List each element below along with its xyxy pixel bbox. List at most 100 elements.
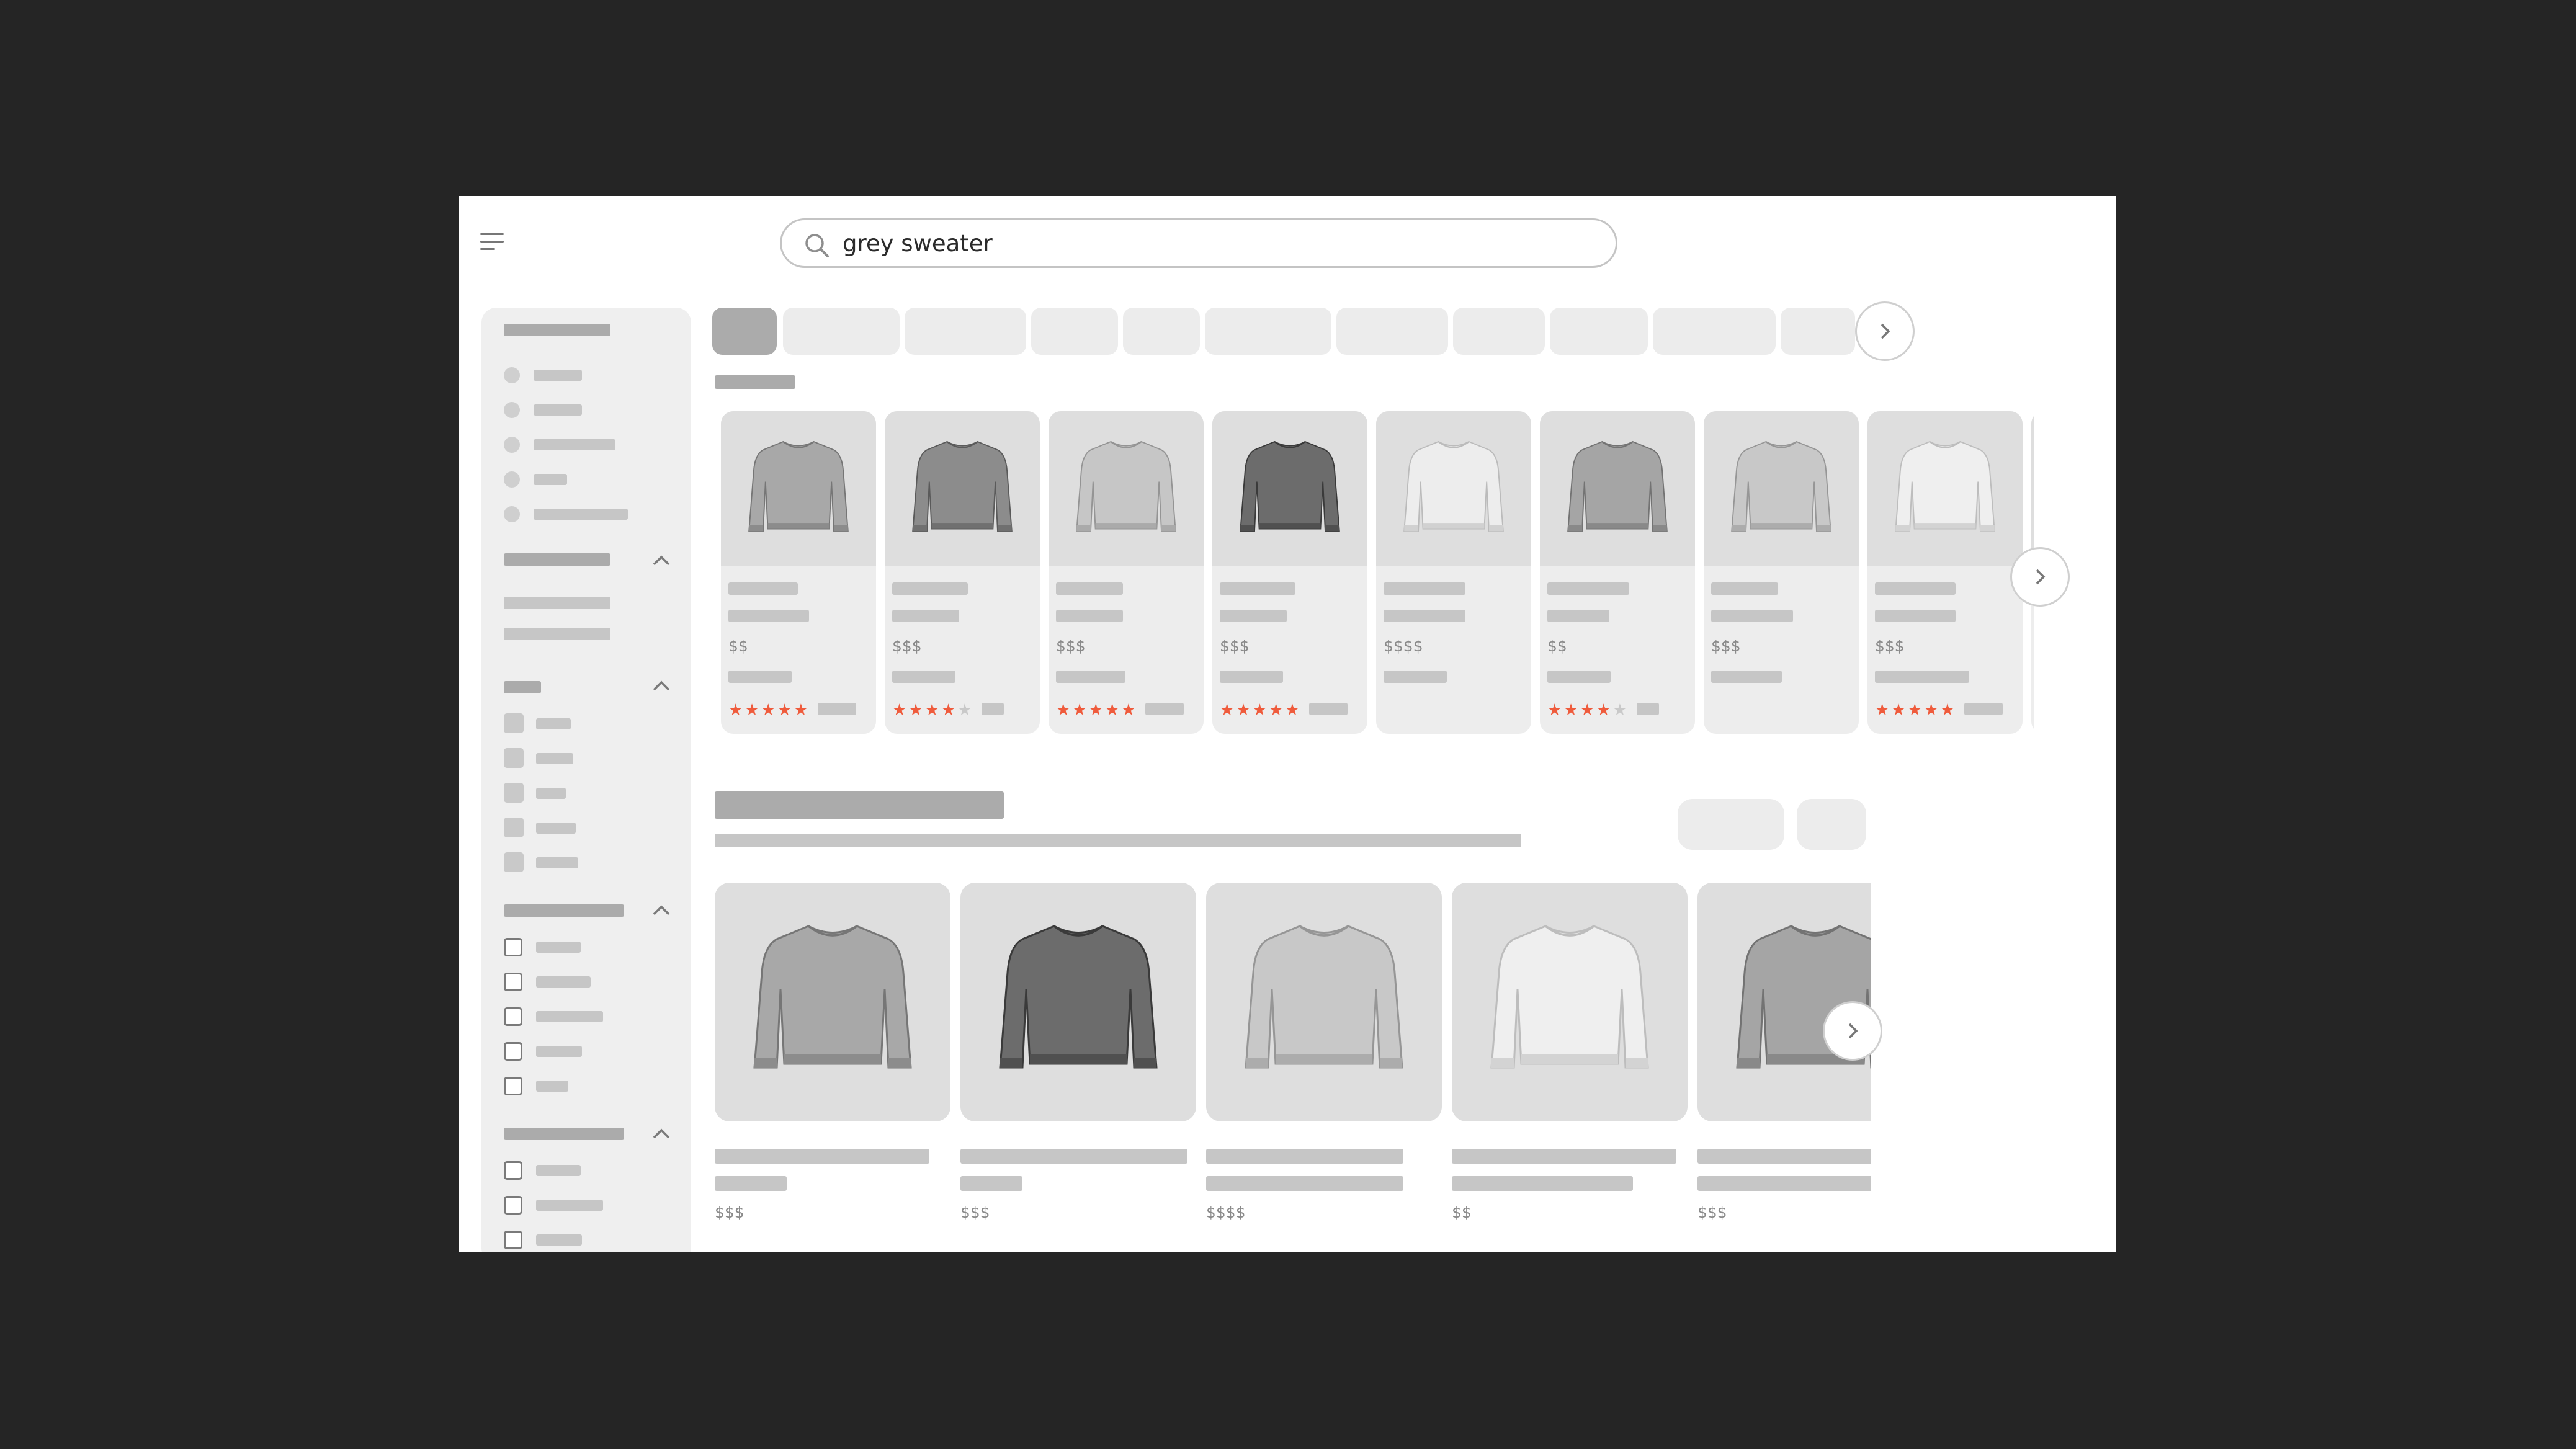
product-card[interactable]: $$ ★ ★ ★ ★ ★ [721, 411, 876, 734]
filter-chip[interactable] [1653, 308, 1776, 355]
chevron-right-icon [1848, 1023, 1858, 1039]
product-title [1697, 1149, 1871, 1164]
product-price: $$$ [892, 637, 922, 655]
sweater-icon [1895, 440, 1995, 532]
star-icon: ★ [728, 700, 743, 719]
star-icon: ★ [941, 700, 956, 719]
filter-checkbox[interactable] [504, 713, 524, 733]
featured-product[interactable]: $$$ [960, 878, 1196, 1238]
filter-chip[interactable] [1453, 308, 1545, 355]
filter-checkbox[interactable] [504, 748, 524, 768]
filter-option-label [536, 753, 573, 764]
filter-checkbox[interactable] [504, 1196, 522, 1215]
product-price: $$$ [1875, 637, 1905, 655]
filter-radio[interactable] [504, 437, 520, 453]
filter-chip[interactable] [712, 308, 777, 355]
product-image [721, 411, 876, 566]
rating-stars: ★ ★ ★ ★ ★ [728, 702, 808, 718]
product-image [1704, 411, 1859, 566]
filter-checkbox[interactable] [504, 1231, 522, 1249]
filter-radio[interactable] [504, 402, 520, 418]
chevron-up-icon[interactable] [651, 555, 671, 567]
filter-chip[interactable] [1205, 308, 1331, 355]
star-icon: ★ [1072, 700, 1087, 719]
review-count [1145, 703, 1184, 715]
product-subtitle [1056, 610, 1123, 622]
menu-icon[interactable] [480, 232, 504, 252]
filter-chip[interactable] [1550, 308, 1648, 355]
product-card[interactable]: $$$ ★ ★ ★ ★ ★ [1212, 411, 1367, 734]
filter-radio[interactable] [504, 506, 520, 522]
filter-radio[interactable] [504, 471, 520, 488]
product-subtitle [1711, 610, 1793, 622]
product-image [1540, 411, 1695, 566]
chevron-right-icon [2036, 569, 2046, 585]
filter-chip[interactable] [905, 308, 1026, 355]
chevron-up-icon[interactable] [651, 904, 671, 917]
product-card[interactable]: $$$ [1704, 411, 1859, 734]
filter-toggle-chip[interactable] [1797, 799, 1866, 850]
product-card[interactable]: $$$ ★ ★ ★ ★ ★ [1049, 411, 1204, 734]
product-meta [1384, 671, 1447, 683]
filter-radio[interactable] [504, 367, 520, 383]
sweater-icon [1490, 925, 1649, 1069]
filter-checkbox[interactable] [504, 938, 522, 956]
star-icon: ★ [745, 700, 759, 719]
filter-checkbox[interactable] [504, 1077, 522, 1095]
product-subtitle [715, 1176, 787, 1191]
star-icon: ★ [1923, 700, 1939, 719]
chevron-up-icon[interactable] [651, 680, 671, 692]
chevron-up-icon[interactable] [651, 1128, 671, 1140]
product-card[interactable]: $$$ ★ ★ ★ ★ ★ [885, 411, 1040, 734]
star-icon: ★ [1612, 700, 1627, 719]
filter-checkbox[interactable] [504, 852, 524, 872]
featured-product[interactable]: $$$ [715, 878, 950, 1238]
product-price: $$ [728, 637, 748, 655]
carousel-next-button[interactable] [2010, 547, 2070, 607]
filter-section-title [504, 904, 624, 917]
search-bar[interactable] [780, 218, 1617, 268]
featured-product[interactable]: $$$$ [1206, 878, 1442, 1238]
filter-checkbox[interactable] [504, 1161, 522, 1180]
filter-chip[interactable] [1781, 308, 1855, 355]
filter-checkbox[interactable] [504, 783, 524, 803]
featured-next-button[interactable] [1823, 1001, 1882, 1061]
product-meta [1875, 671, 1969, 683]
product-card[interactable]: $$ ★ ★ ★ ★ ★ [1540, 411, 1695, 734]
filter-section-title [504, 553, 610, 566]
product-subtitle [1452, 1176, 1633, 1191]
search-input[interactable] [843, 226, 1575, 260]
product-title [892, 582, 968, 595]
sweater-icon [1240, 440, 1340, 532]
sort-chip[interactable] [1678, 799, 1784, 850]
product-meta [1547, 671, 1611, 683]
product-title [1384, 582, 1465, 595]
filter-chip[interactable] [1336, 308, 1448, 355]
filter-checkbox[interactable] [504, 1042, 522, 1061]
filter-option-label [536, 1011, 603, 1022]
product-image [2031, 411, 2034, 566]
filter-option-label [536, 718, 571, 729]
product-image [715, 883, 950, 1121]
chips-next-button[interactable] [1855, 301, 1915, 361]
product-card[interactable]: $$$ ★ ★ ★ ★ ★ [1867, 411, 2023, 734]
product-price: $$$ [1056, 637, 1086, 655]
product-meta [892, 671, 955, 683]
featured-carousel: $$$ $$$ $$$$ $$ $$$ [715, 878, 1871, 1244]
filter-chip[interactable] [1123, 308, 1200, 355]
product-meta [1220, 671, 1283, 683]
filter-chip[interactable] [783, 308, 900, 355]
filter-chip[interactable] [1031, 308, 1118, 355]
filter-option-label [536, 857, 578, 868]
product-price: $$$ [715, 1203, 745, 1221]
filter-checkbox[interactable] [504, 973, 522, 991]
filter-option-label [534, 474, 567, 485]
product-title [1547, 582, 1629, 595]
product-card[interactable]: $$$$ [1376, 411, 1531, 734]
star-icon: ★ [892, 700, 907, 719]
featured-product[interactable]: $$ [1452, 878, 1688, 1238]
filter-checkbox[interactable] [504, 1007, 522, 1026]
product-image [1867, 411, 2023, 566]
app-window: $$★★★★★ $$$★★★★★ $$$★★★★★ $$$★★★★★ $$$$ … [459, 196, 2116, 1252]
filter-checkbox[interactable] [504, 818, 524, 837]
